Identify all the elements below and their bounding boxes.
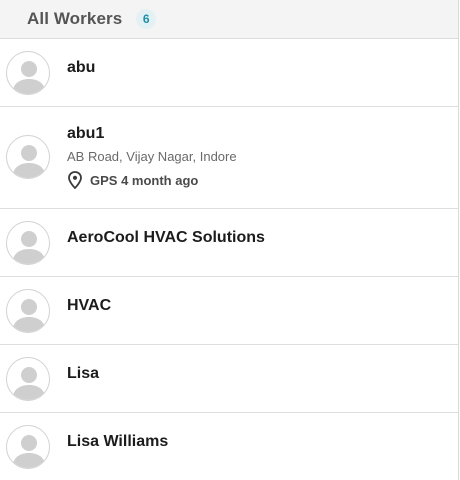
avatar-icon <box>6 51 50 95</box>
worker-name: HVAC <box>67 297 112 314</box>
worker-row-abu[interactable]: abu <box>0 39 458 107</box>
worker-name: abu1 <box>67 125 105 142</box>
worker-row-abu1[interactable]: abu1 AB Road, Vijay Nagar, Indore GPS 4 … <box>0 107 458 209</box>
workers-panel: All Workers 6 abu abu1 AB Road, Vijay Na… <box>0 0 459 480</box>
avatar-icon <box>6 135 50 179</box>
worker-gps-text: GPS 4 month ago <box>90 172 199 188</box>
worker-name: Lisa Williams <box>67 433 169 450</box>
avatar-icon <box>6 425 50 469</box>
avatar-icon <box>6 221 50 265</box>
avatar-icon <box>6 289 50 333</box>
worker-gps-status: GPS 4 month ago <box>67 171 198 189</box>
workers-count-badge: 6 <box>136 9 157 29</box>
map-pin-icon <box>68 171 82 189</box>
workers-header: All Workers 6 <box>0 0 458 39</box>
workers-list: abu abu1 AB Road, Vijay Nagar, Indore GP… <box>0 39 458 480</box>
worker-row-lisa[interactable]: Lisa <box>0 345 458 413</box>
worker-name: Lisa <box>67 365 100 382</box>
worker-row-hvac[interactable]: HVAC <box>0 277 458 345</box>
worker-name: AeroCool HVAC Solutions <box>67 229 265 246</box>
avatar-icon <box>6 357 50 401</box>
worker-name: abu <box>67 59 96 76</box>
worker-address: AB Road, Vijay Nagar, Indore <box>67 149 237 164</box>
worker-row-aerocool-hvac-solutions[interactable]: AeroCool HVAC Solutions <box>0 209 458 277</box>
worker-row-lisa-williams[interactable]: Lisa Williams <box>0 413 458 480</box>
workers-header-title: All Workers <box>27 9 123 28</box>
